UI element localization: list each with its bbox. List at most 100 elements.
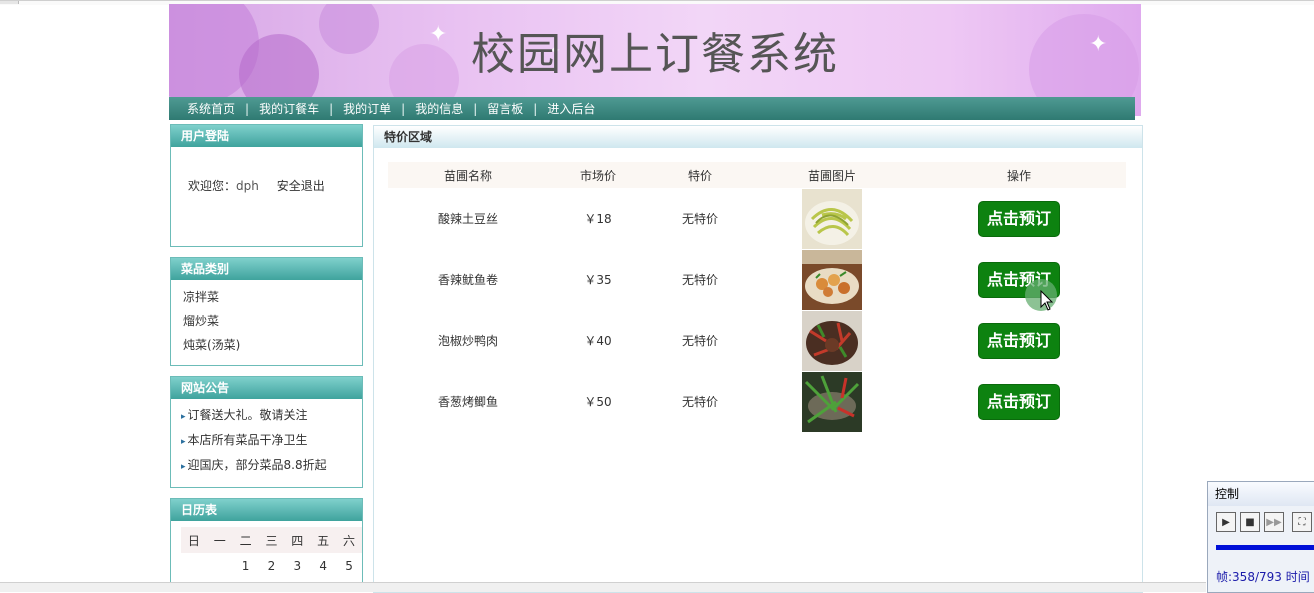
notice-box: 网站公告 ▸ 订餐送大礼。敬请关注 ▸ 本店所有菜品干净卫生 ▸ 迎国庆，部分菜品8.… bbox=[170, 376, 363, 488]
nav-label[interactable]: 系统首页 bbox=[187, 100, 235, 117]
column-header: 操作 bbox=[912, 162, 1126, 188]
action-cell: 点击预订 bbox=[912, 310, 1126, 371]
market-price: ￥18 bbox=[584, 212, 612, 226]
dish-name: 酸辣土豆丝 bbox=[437, 212, 498, 226]
progress-bar[interactable] bbox=[1216, 545, 1314, 550]
category-item[interactable]: 炖菜(汤菜) bbox=[181, 333, 352, 357]
market-price: ￥40 bbox=[584, 334, 612, 348]
order-button[interactable]: 点击预订 bbox=[978, 200, 1060, 237]
bullet-icon: ▸ bbox=[181, 412, 186, 422]
order-button[interactable]: 点击预订 bbox=[978, 322, 1060, 359]
weekday-header: 四 bbox=[284, 527, 311, 553]
recorder-control-panel: 控制 ▶ ■ ▶▶ ⛶ 帧:358/793 时间 bbox=[1207, 481, 1314, 593]
column-header: 市场价 bbox=[548, 162, 648, 188]
category-box: 菜品类别 凉拌菜 熘炒菜 炖菜(汤菜) bbox=[170, 257, 363, 366]
nav-item-home[interactable]: 系统首页 | bbox=[187, 100, 259, 117]
order-button[interactable]: 点击预订 bbox=[978, 383, 1060, 420]
special-offers-panel: 特价区域 苗圃名称 市场价 特价 苗圃图片 操作 酸辣土豆丝 ￥18 无特价 点… bbox=[373, 125, 1143, 593]
dish-image[interactable] bbox=[802, 310, 862, 371]
calendar-box-title: 日历表 bbox=[171, 499, 362, 521]
category-item[interactable]: 熘炒菜 bbox=[181, 309, 352, 333]
site-title: 校园网上订餐系统 bbox=[471, 29, 839, 80]
notice-item[interactable]: ▸ 订餐送大礼。敬请关注 bbox=[181, 403, 352, 428]
calendar-table: 日 一 二 三 四 五 六 1 2 3 4 5 bbox=[181, 527, 362, 579]
notice-item[interactable]: ▸ 迎国庆，部分菜品8.8折起 bbox=[181, 453, 352, 478]
login-box-body: 欢迎您：dph 安全退出 bbox=[171, 147, 362, 200]
dish-image[interactable] bbox=[802, 371, 862, 432]
column-header: 苗圃图片 bbox=[752, 162, 912, 188]
action-cell: 点击预订 bbox=[912, 188, 1126, 249]
weekday-header: 六 bbox=[336, 527, 362, 553]
notice-list: ▸ 订餐送大礼。敬请关注 ▸ 本店所有菜品干净卫生 ▸ 迎国庆，部分菜品8.8折起 bbox=[171, 399, 362, 484]
dish-image[interactable] bbox=[802, 249, 862, 310]
window-edge-nub bbox=[0, 1, 19, 4]
category-box-title: 菜品类别 bbox=[171, 258, 362, 280]
next-frame-icon[interactable]: ▶▶ bbox=[1264, 512, 1284, 532]
notice-item[interactable]: ▸ 本店所有菜品干净卫生 bbox=[181, 428, 352, 453]
nav-label[interactable]: 我的订单 bbox=[343, 100, 391, 117]
playback-controls: ▶ ■ ▶▶ ⛶ bbox=[1208, 506, 1314, 532]
table-row: 香辣鱿鱼卷 ￥35 无特价 点击预订 bbox=[388, 249, 1126, 310]
login-box: 用户登陆 欢迎您：dph 安全退出 bbox=[170, 124, 363, 247]
bullet-icon: ▸ bbox=[181, 437, 186, 447]
action-cell: 点击预订 bbox=[912, 371, 1126, 432]
nav-item-info[interactable]: 我的信息 | bbox=[415, 100, 487, 117]
nav-item-messages[interactable]: 留言板 | bbox=[487, 100, 547, 117]
nav-item-orders[interactable]: 我的订单 | bbox=[343, 100, 415, 117]
nav-separator: | bbox=[329, 101, 334, 116]
notice-text[interactable]: 本店所有菜品干净卫生 bbox=[188, 433, 308, 447]
special-price: 无特价 bbox=[681, 395, 718, 409]
nav-label[interactable]: 进入后台 bbox=[547, 100, 595, 117]
calendar-day[interactable]: 5 bbox=[336, 553, 362, 579]
nav-item-cart[interactable]: 我的订餐车 | bbox=[259, 100, 343, 117]
bullet-icon: ▸ bbox=[181, 462, 186, 472]
dish-name: 泡椒炒鸭肉 bbox=[437, 334, 498, 348]
column-header: 苗圃名称 bbox=[388, 162, 548, 188]
table-row: 泡椒炒鸭肉 ￥40 无特价 点击预订 bbox=[388, 310, 1126, 371]
dish-image-cell bbox=[752, 371, 912, 432]
calendar-day[interactable]: 1 bbox=[233, 553, 259, 579]
notice-box-title: 网站公告 bbox=[171, 377, 362, 399]
logout-link[interactable]: 安全退出 bbox=[277, 179, 325, 193]
main-nav: 系统首页 | 我的订餐车 | 我的订单 | 我的信息 | 留言板 | 进入后台 bbox=[169, 97, 1135, 120]
dish-image-cell bbox=[752, 249, 912, 310]
play-icon[interactable]: ▶ bbox=[1216, 512, 1236, 532]
nav-label[interactable]: 我的订餐车 bbox=[259, 100, 319, 117]
stop-icon[interactable]: ■ bbox=[1240, 512, 1260, 532]
table-header-row: 苗圃名称 市场价 特价 苗圃图片 操作 bbox=[388, 162, 1126, 188]
dish-image-cell bbox=[752, 310, 912, 371]
notice-text[interactable]: 订餐送大礼。敬请关注 bbox=[188, 408, 308, 422]
frame-counter: 帧:358/793 时间 bbox=[1216, 570, 1310, 584]
special-price: 无特价 bbox=[681, 334, 718, 348]
calendar-day[interactable]: 3 bbox=[284, 553, 310, 579]
welcome-text: 欢迎您： bbox=[188, 179, 237, 193]
notice-text[interactable]: 迎国庆，部分菜品8.8折起 bbox=[188, 458, 327, 472]
calendar-day[interactable]: 2 bbox=[259, 553, 285, 579]
weekday-header: 五 bbox=[310, 527, 337, 553]
calendar-day bbox=[181, 553, 207, 579]
nav-label[interactable]: 我的信息 bbox=[415, 100, 463, 117]
mouse-cursor-icon bbox=[1040, 290, 1054, 311]
dish-table: 苗圃名称 市场价 特价 苗圃图片 操作 酸辣土豆丝 ￥18 无特价 点击预订 香… bbox=[388, 162, 1126, 432]
nav-item-admin[interactable]: 进入后台 bbox=[547, 100, 595, 117]
market-price: ￥35 bbox=[584, 273, 612, 287]
login-box-title: 用户登陆 bbox=[171, 125, 362, 147]
category-list: 凉拌菜 熘炒菜 炖菜(汤菜) bbox=[171, 280, 362, 363]
market-price: ￥50 bbox=[584, 395, 612, 409]
dish-image[interactable] bbox=[802, 188, 862, 249]
weekday-header: 三 bbox=[258, 527, 285, 553]
calendar-day bbox=[207, 553, 233, 579]
nav-separator: | bbox=[401, 101, 406, 116]
category-item[interactable]: 凉拌菜 bbox=[181, 285, 352, 309]
nav-separator: | bbox=[245, 101, 250, 116]
nav-separator: | bbox=[533, 101, 538, 116]
weekday-header: 一 bbox=[206, 527, 233, 553]
fit-window-icon[interactable]: ⛶ bbox=[1292, 512, 1312, 532]
action-cell: 点击预订 bbox=[912, 249, 1126, 310]
nav-label[interactable]: 留言板 bbox=[487, 100, 523, 117]
panel-title: 特价区域 bbox=[374, 126, 1142, 148]
dish-image-cell bbox=[752, 188, 912, 249]
calendar-day[interactable]: 4 bbox=[310, 553, 336, 579]
dish-name: 香葱烤鲫鱼 bbox=[437, 395, 498, 409]
username: dph bbox=[236, 179, 259, 193]
